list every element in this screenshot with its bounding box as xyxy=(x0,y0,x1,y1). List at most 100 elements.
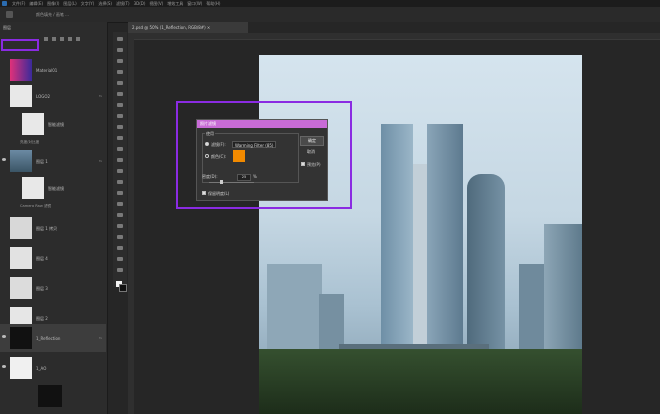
slider-handle[interactable] xyxy=(220,180,224,184)
more-tools-icon[interactable] xyxy=(116,267,124,273)
menu-item[interactable]: 图像(I) xyxy=(47,0,59,7)
eraser-icon[interactable] xyxy=(116,157,124,163)
panel-title[interactable]: 图层 xyxy=(3,25,11,31)
menu-item[interactable]: 滤镜(T) xyxy=(116,0,130,7)
marquee-icon[interactable] xyxy=(116,47,124,53)
history-brush-icon[interactable] xyxy=(116,146,124,152)
magic-wand-icon[interactable] xyxy=(116,69,124,75)
menu-item[interactable]: 选择(S) xyxy=(98,0,112,7)
menu-item[interactable]: 帮助(H) xyxy=(206,0,220,7)
brush-icon[interactable] xyxy=(116,124,124,130)
options-field[interactable]: 颜色填充 / 画笔 ... xyxy=(36,11,106,18)
move-icon[interactable] xyxy=(116,36,124,42)
healing-icon[interactable] xyxy=(116,113,124,119)
layer-row[interactable] xyxy=(0,382,106,410)
preserve-luminosity-checkbox[interactable] xyxy=(202,191,206,195)
zoom-icon[interactable] xyxy=(116,256,124,262)
menu-item[interactable]: 增效工具 xyxy=(167,0,183,7)
filter-name: Camera Raw 滤镜 xyxy=(20,204,52,208)
menu-item[interactable]: 图层(L) xyxy=(63,0,76,7)
cancel-button[interactable]: 取消 xyxy=(300,148,322,156)
pen-icon[interactable] xyxy=(116,201,124,207)
options-bar: 颜色填充 / 画笔 ... xyxy=(0,7,660,23)
layer-row[interactable]: Material01 xyxy=(0,56,106,84)
layer-name: 1_Reflection xyxy=(36,336,61,341)
color-radio[interactable] xyxy=(205,154,209,158)
background-color-swatch[interactable] xyxy=(119,284,127,292)
dodge-icon[interactable] xyxy=(116,190,124,196)
menu-item[interactable]: 文字(Y) xyxy=(81,0,95,7)
ok-button[interactable]: 确定 xyxy=(300,136,324,146)
filter-mask-thumbnail xyxy=(22,113,44,135)
lasso-icon[interactable] xyxy=(116,58,124,64)
layer-row[interactable]: 图层 1 拷贝 xyxy=(0,214,106,242)
shape-icon[interactable] xyxy=(116,234,124,240)
photoshop-logo-icon[interactable] xyxy=(2,1,7,6)
density-input[interactable]: 25 xyxy=(237,174,251,181)
fx-icon[interactable]: fx xyxy=(99,336,102,340)
lock-all-icon[interactable] xyxy=(76,37,80,41)
menu-item[interactable]: 文件(F) xyxy=(12,0,25,7)
menu-item[interactable]: 视图(V) xyxy=(149,0,163,7)
layer-row[interactable]: 智能滤镜 xyxy=(0,174,106,202)
eye-icon[interactable] xyxy=(2,158,6,161)
layer-row[interactable]: LOGO2 fx xyxy=(0,82,106,110)
color-radio-label: 颜色(C): xyxy=(211,154,227,159)
type-icon[interactable] xyxy=(116,212,124,218)
layer-row-selected[interactable]: 1_Reflection fx xyxy=(0,324,106,352)
menu-bar: 文件(F) 编辑(E) 图像(I) 图层(L) 文字(Y) 选择(S) 滤镜(T) 3D(D)… xyxy=(0,0,660,7)
layer-thumbnail xyxy=(10,150,32,172)
frame-icon[interactable] xyxy=(116,91,124,97)
layer-name: 图层 1 拷贝 xyxy=(36,226,58,231)
layer-row[interactable]: 图层 4 xyxy=(0,244,106,272)
layer-filter-icons xyxy=(44,37,104,43)
density-slider[interactable] xyxy=(209,180,254,184)
filter-select[interactable]: Warming Filter (85) xyxy=(232,141,276,148)
gradient-icon[interactable] xyxy=(116,168,124,174)
layer-name: 智能滤镜 xyxy=(48,186,64,191)
layer-row[interactable]: 智能滤镜 xyxy=(0,110,106,138)
layer-row[interactable]: 图层 1 fx xyxy=(0,147,106,175)
crop-icon[interactable] xyxy=(116,80,124,86)
brush-tool-icon[interactable] xyxy=(6,11,13,18)
layer-name: Material01 xyxy=(36,68,58,73)
eyedropper-icon[interactable] xyxy=(116,102,124,108)
eye-icon[interactable] xyxy=(2,365,6,368)
horizontal-ruler[interactable] xyxy=(128,33,660,40)
filter-item[interactable]: Camera Raw 滤镜 xyxy=(0,200,106,214)
menu-item[interactable]: 窗口(W) xyxy=(187,0,202,7)
layer-name: 图层 3 xyxy=(36,286,48,291)
layer-row[interactable]: 1_AO xyxy=(0,354,106,382)
eye-icon[interactable] xyxy=(2,335,6,338)
color-swatch[interactable] xyxy=(233,150,245,162)
path-select-icon[interactable] xyxy=(116,223,124,229)
dialog-title[interactable]: 照片滤镜 xyxy=(197,120,327,128)
preview-label: 预览(P) xyxy=(307,162,321,167)
canvas-area: 2.psd @ 50% (1_Reflection, RGB/8#) × xyxy=(128,22,660,414)
blur-icon[interactable] xyxy=(116,179,124,185)
layer-thumbnail xyxy=(10,59,32,81)
filter-radio[interactable] xyxy=(205,142,209,146)
hand-icon[interactable] xyxy=(116,245,124,251)
menu-items: 文件(F) 编辑(E) 图像(I) 图层(L) 文字(Y) 选择(S) 滤镜(T) 3D(D)… xyxy=(12,0,220,7)
preserve-luminosity-label: 保留明度(L) xyxy=(208,191,230,196)
stamp-icon[interactable] xyxy=(116,135,124,141)
menu-item[interactable]: 3D(D) xyxy=(134,0,146,7)
lock-icon[interactable] xyxy=(44,37,48,41)
filter-mask-thumbnail xyxy=(22,177,44,199)
layer-row[interactable]: 图层 3 xyxy=(0,274,106,302)
document-tab[interactable]: 2.psd @ 50% (1_Reflection, RGB/8#) × xyxy=(128,22,248,33)
menu-item[interactable]: 编辑(E) xyxy=(29,0,43,7)
photo-filter-dialog: 照片滤镜 使用 滤镜(F): Warming Filter (85) 颜色(C)… xyxy=(196,119,328,201)
move-icon[interactable] xyxy=(60,37,64,41)
density-label: 密度(D): xyxy=(202,174,218,179)
vertical-ruler[interactable] xyxy=(128,39,134,414)
fx-icon[interactable]: fx xyxy=(99,159,102,163)
brush-icon[interactable] xyxy=(52,37,56,41)
layer-name: 图层 1 xyxy=(36,159,48,164)
preview-checkbox[interactable] xyxy=(301,162,305,166)
artboard-icon[interactable] xyxy=(68,37,72,41)
fx-icon[interactable]: fx xyxy=(99,94,102,98)
layer-name: LOGO2 xyxy=(36,94,51,99)
layer-thumbnail xyxy=(10,357,32,379)
